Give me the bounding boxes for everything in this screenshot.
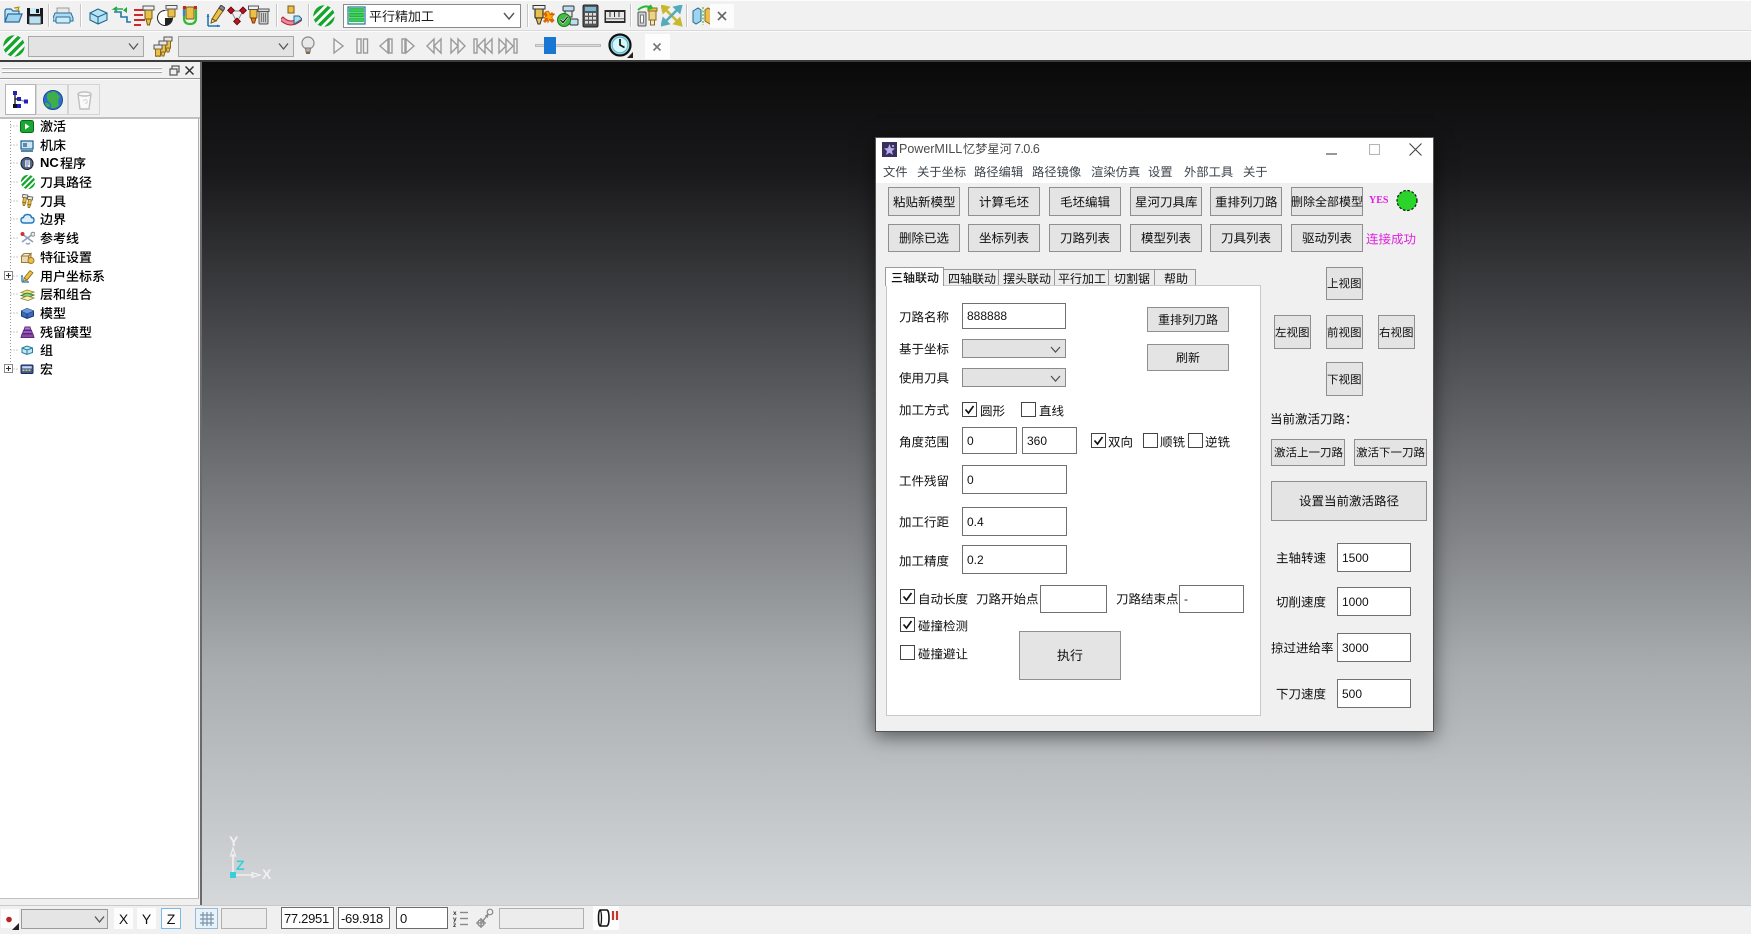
svg-text:Z: Z: [236, 857, 245, 873]
svg-text:X: X: [262, 866, 272, 882]
svg-text:Y: Y: [229, 833, 239, 849]
